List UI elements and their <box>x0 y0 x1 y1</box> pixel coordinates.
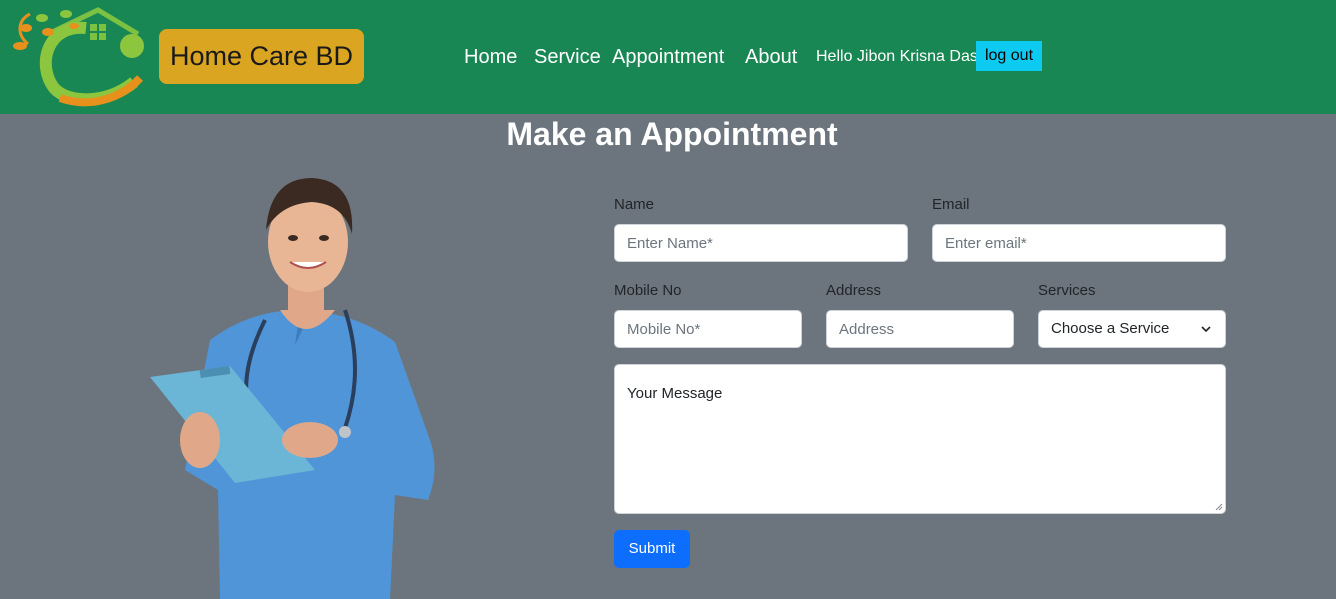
message-text: Your Message <box>627 385 723 402</box>
navbar: Home Care BD Home Service Appointment Ab… <box>0 0 1336 114</box>
chevron-down-icon <box>1201 326 1211 333</box>
resize-handle-icon[interactable] <box>1215 503 1223 511</box>
name-label: Name <box>614 196 655 213</box>
home-care-logo-icon[interactable] <box>8 4 158 108</box>
nav-service[interactable]: Service <box>534 45 601 69</box>
services-label: Services <box>1038 282 1096 299</box>
address-input[interactable] <box>826 310 1014 348</box>
submit-button[interactable]: Submit <box>614 530 690 568</box>
mobile-input[interactable] <box>614 310 802 348</box>
email-label: Email <box>932 196 970 213</box>
user-greeting: Hello Jibon Krisna Das <box>816 48 978 65</box>
message-textarea[interactable]: Your Message <box>614 364 1226 514</box>
nav-about[interactable]: About <box>745 45 797 69</box>
services-selected-value: Choose a Service <box>1051 320 1170 337</box>
name-input[interactable] <box>614 224 908 262</box>
services-select[interactable]: Choose a Service <box>1038 310 1226 348</box>
nav-home[interactable]: Home <box>464 45 517 69</box>
address-label: Address <box>826 282 882 299</box>
nav-appointment[interactable]: Appointment <box>612 45 724 69</box>
page-title: Make an Appointment <box>506 116 838 152</box>
brand-name[interactable]: Home Care BD <box>159 29 364 84</box>
email-input[interactable] <box>932 224 1226 262</box>
nurse-image <box>150 178 435 599</box>
mobile-label: Mobile No <box>614 282 682 299</box>
logout-button[interactable]: log out <box>976 41 1042 71</box>
